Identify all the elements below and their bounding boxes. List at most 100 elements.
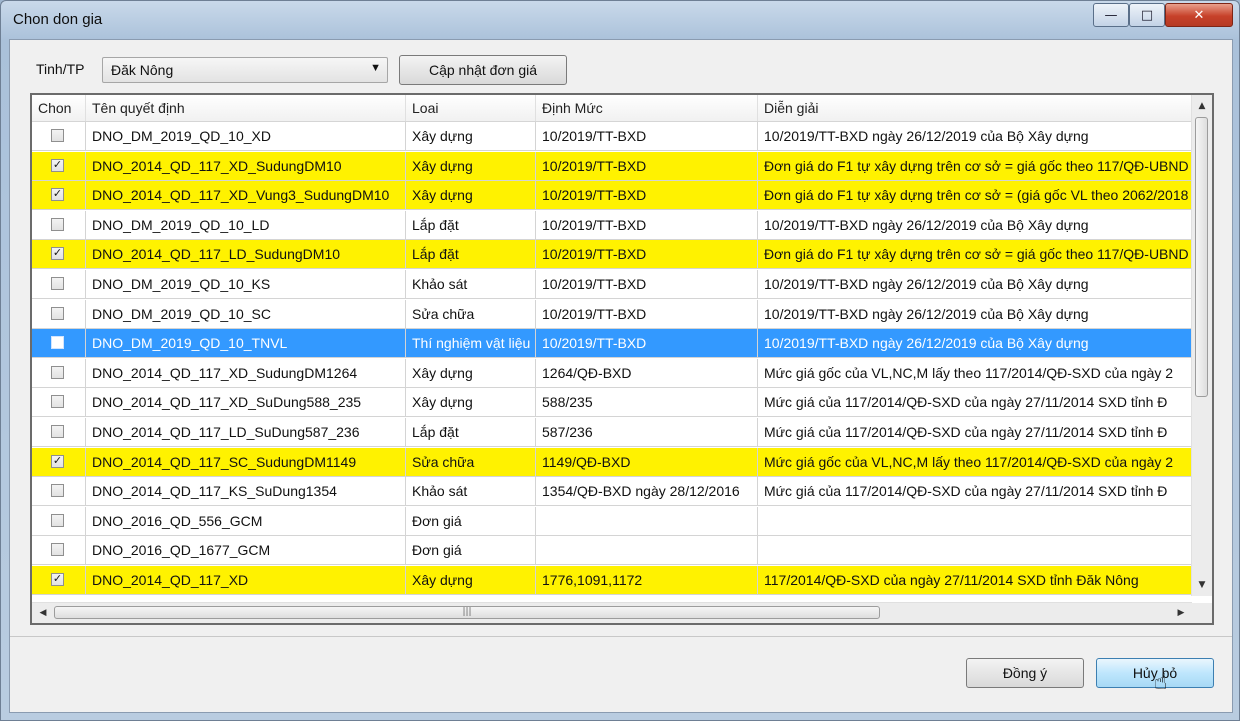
table-row[interactable]: ✓ DNO_2014_QD_117_XD_SudungDM10 Xây dựng 10… [32, 151, 1192, 181]
table-row[interactable]: ✓ DNO_2014_QD_117_XD Xây dựng 1776,1091,117… [32, 566, 1192, 595]
cell-dinh-muc[interactable]: 10/2019/TT-BXD [536, 329, 758, 359]
table-row[interactable]: DNO_2014_QD_117_KS_SuDung1354 Khảo sát 135… [32, 477, 1192, 507]
row-checkbox[interactable] [51, 277, 64, 290]
cell-dinh-muc[interactable]: 10/2019/TT-BXD [536, 122, 758, 151]
row-checkbox[interactable] [51, 129, 64, 142]
cell-dinh-muc[interactable]: 10/2019/TT-BXD [536, 270, 758, 299]
cell-dien-giai[interactable]: Mức giá của 117/2014/QĐ-SXD của ngày 27/… [758, 418, 1192, 447]
cell-ten-quyet-dinh[interactable]: DNO_DM_2019_QD_10_TNVL [86, 329, 406, 359]
cell-ten-quyet-dinh[interactable]: DNO_2014_QD_117_XD_SuDung588_235 [86, 388, 406, 418]
cell-dinh-muc[interactable]: 1776,1091,1172 [536, 566, 758, 595]
cell-dinh-muc[interactable]: 10/2019/TT-BXD [536, 181, 758, 211]
column-header-dinh-muc[interactable]: Định Mức [536, 95, 758, 121]
cell-ten-quyet-dinh[interactable]: DNO_2014_QD_117_SC_SudungDM1149 [86, 447, 406, 477]
cell-loai[interactable]: Khảo sát [406, 477, 536, 507]
cell-dinh-muc[interactable] [536, 536, 758, 566]
table-row[interactable]: DNO_DM_2019_QD_10_LD Lắp đặt 10/2019/TT-BX… [32, 210, 1192, 240]
cell-loai[interactable]: Xây dựng [406, 358, 536, 388]
column-header-ten-quyet-dinh[interactable]: Tên quyết định [86, 95, 406, 121]
table-row[interactable]: DNO_2014_QD_117_XD_SuDung588_235 Xây dựng… [32, 388, 1192, 418]
row-checkbox[interactable] [51, 306, 64, 320]
row-checkbox[interactable] [51, 336, 64, 350]
cell-dinh-muc[interactable]: 1264/QĐ-BXD [536, 358, 758, 388]
cell-loai[interactable]: Xây dựng [406, 181, 536, 211]
cell-ten-quyet-dinh[interactable]: DNO_DM_2019_QD_10_KS [86, 270, 406, 299]
row-checkbox[interactable] [51, 484, 64, 498]
table-row[interactable]: DNO_DM_2019_QD_10_XD Xây dựng 10/2019/TT-B… [32, 122, 1192, 151]
cell-ten-quyet-dinh[interactable]: DNO_2016_QD_1677_GCM [86, 536, 406, 566]
close-button[interactable]: ✕ [1165, 3, 1233, 27]
cell-ten-quyet-dinh[interactable]: DNO_DM_2019_QD_10_LD [86, 210, 406, 240]
row-checkbox[interactable] [51, 513, 64, 527]
cell-loai[interactable]: Thí nghiệm vật liệu [406, 329, 536, 359]
cell-loai[interactable]: Xây dựng [406, 388, 536, 418]
cell-dien-giai[interactable]: Đơn giá do F1 tự xây dựng trên cơ sở = g… [758, 240, 1192, 270]
cell-loai[interactable]: Sửa chữa [406, 447, 536, 477]
ok-button[interactable]: Đồng ý [966, 658, 1084, 688]
update-price-button[interactable]: Cập nhật đơn giá [399, 55, 567, 85]
cell-loai[interactable]: Đơn giá [406, 506, 536, 536]
column-header-loai[interactable]: Loai [406, 95, 536, 121]
column-header-dien-giai[interactable]: Diễn giải [758, 95, 1192, 121]
cell-dien-giai[interactable]: Đơn giá do F1 tự xây dựng trên cơ sở = (… [758, 181, 1192, 211]
row-checkbox[interactable]: ✓ [51, 573, 64, 586]
cell-loai[interactable]: Khảo sát [406, 270, 536, 299]
cell-dien-giai[interactable]: Mức giá gốc của VL,NC,M lấy theo 117/201… [758, 358, 1192, 388]
cell-loai[interactable]: Xây dựng [406, 122, 536, 151]
row-checkbox[interactable] [51, 543, 64, 557]
table-row[interactable]: DNO_2016_QD_1677_GCM Đơn giá [32, 536, 1192, 566]
cell-dinh-muc[interactable]: 1354/QĐ-BXD ngày 28/12/2016 [536, 477, 758, 507]
cell-loai[interactable]: Đơn giá [406, 536, 536, 566]
maximize-button[interactable]: □ [1129, 3, 1165, 27]
table-row[interactable]: DNO_DM_2019_QD_10_SC Sửa chữa 10/2019/TT-B… [32, 299, 1192, 329]
row-checkbox[interactable] [51, 425, 64, 438]
cell-ten-quyet-dinh[interactable]: DNO_DM_2019_QD_10_XD [86, 122, 406, 151]
row-checkbox[interactable] [51, 395, 64, 409]
table-row[interactable]: DNO_DM_2019_QD_10_KS Khảo sát 10/2019/TT-B… [32, 270, 1192, 299]
cell-dinh-muc[interactable]: 10/2019/TT-BXD [536, 151, 758, 181]
scroll-right-icon[interactable]: ▶ [1172, 603, 1190, 623]
cell-dien-giai[interactable]: Mức giá của 117/2014/QĐ-SXD của ngày 27/… [758, 388, 1192, 418]
cell-ten-quyet-dinh[interactable]: DNO_DM_2019_QD_10_SC [86, 299, 406, 329]
table-row[interactable]: ✓ DNO_2014_QD_117_LD_SudungDM10 Lắp đặt 10/… [32, 240, 1192, 270]
scroll-down-icon[interactable]: ▼ [1192, 576, 1212, 594]
cell-dien-giai[interactable]: Mức giá gốc của VL,NC,M lấy theo 117/201… [758, 447, 1192, 477]
cell-dien-giai[interactable]: 10/2019/TT-BXD ngày 26/12/2019 của Bộ Xâ… [758, 210, 1192, 240]
cell-dinh-muc[interactable] [536, 506, 758, 536]
cell-dien-giai[interactable]: 10/2019/TT-BXD ngày 26/12/2019 của Bộ Xâ… [758, 122, 1192, 151]
cell-dien-giai[interactable]: 10/2019/TT-BXD ngày 26/12/2019 của Bộ Xâ… [758, 329, 1192, 359]
cell-loai[interactable]: Lắp đặt [406, 240, 536, 270]
cell-dinh-muc[interactable]: 10/2019/TT-BXD [536, 240, 758, 270]
cell-ten-quyet-dinh[interactable]: DNO_2014_QD_117_XD_SudungDM10 [86, 151, 406, 181]
row-checkbox[interactable]: ✓ [51, 247, 64, 261]
cell-ten-quyet-dinh[interactable]: DNO_2014_QD_117_KS_SuDung1354 [86, 477, 406, 507]
province-select[interactable]: Đăk Nông ▼ [102, 57, 388, 83]
cell-dinh-muc[interactable]: 588/235 [536, 388, 758, 418]
table-row[interactable]: DNO_2016_QD_556_GCM Đơn giá [32, 506, 1192, 536]
cell-ten-quyet-dinh[interactable]: DNO_2014_QD_117_XD [86, 566, 406, 595]
horizontal-scroll-thumb[interactable]: ||| [54, 606, 880, 619]
cell-dinh-muc[interactable]: 10/2019/TT-BXD [536, 210, 758, 240]
cell-loai[interactable]: Sửa chữa [406, 299, 536, 329]
cell-dien-giai[interactable] [758, 536, 1192, 566]
cell-ten-quyet-dinh[interactable]: DNO_2014_QD_117_LD_SuDung587_236 [86, 418, 406, 447]
cell-loai[interactable]: Lắp đặt [406, 418, 536, 447]
cell-dinh-muc[interactable]: 10/2019/TT-BXD [536, 299, 758, 329]
cell-loai[interactable]: Lắp đặt [406, 210, 536, 240]
vertical-scrollbar[interactable]: ▲ ▼ [1191, 95, 1212, 596]
cell-dien-giai[interactable]: Đơn giá do F1 tự xây dựng trên cơ sở = g… [758, 151, 1192, 181]
scroll-up-icon[interactable]: ▲ [1192, 97, 1212, 115]
cell-ten-quyet-dinh[interactable]: DNO_2014_QD_117_XD_SudungDM1264 [86, 358, 406, 388]
cell-dien-giai[interactable]: 117/2014/QĐ-SXD của ngày 27/11/2014 SXD … [758, 566, 1192, 595]
price-table[interactable]: Chon Tên quyết định Loai Định Mức Diễn g… [30, 93, 1214, 625]
chevron-down-icon[interactable]: ▼ [370, 62, 381, 74]
table-row[interactable]: DNO_2014_QD_117_LD_SuDung587_236 Lắp đặt 5… [32, 418, 1192, 447]
cell-dien-giai[interactable]: 10/2019/TT-BXD ngày 26/12/2019 của Bộ Xâ… [758, 270, 1192, 299]
cell-ten-quyet-dinh[interactable]: DNO_2014_QD_117_XD_Vung3_SudungDM10 [86, 181, 406, 211]
cell-ten-quyet-dinh[interactable]: DNO_2016_QD_556_GCM [86, 506, 406, 536]
row-checkbox[interactable]: ✓ [51, 454, 64, 468]
cell-loai[interactable]: Xây dựng [406, 566, 536, 595]
row-checkbox[interactable]: ✓ [51, 188, 64, 202]
cell-dinh-muc[interactable]: 1149/QĐ-BXD [536, 447, 758, 477]
row-checkbox[interactable] [51, 217, 64, 231]
